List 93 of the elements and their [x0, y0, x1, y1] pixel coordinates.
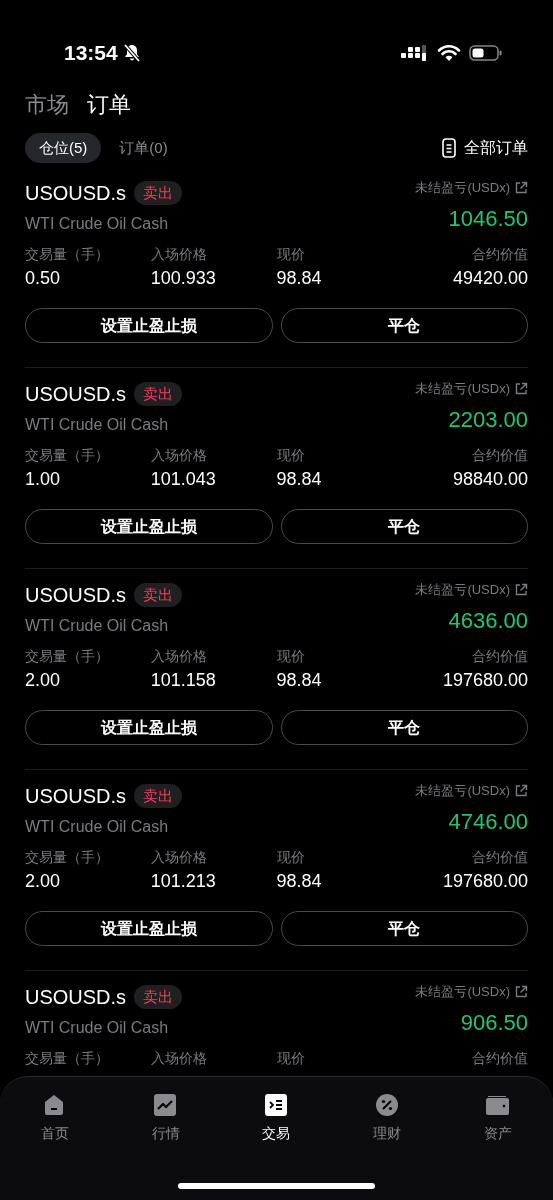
- close-position-button[interactable]: 平仓: [280, 308, 528, 343]
- field-value: 98.84: [276, 870, 323, 893]
- stop-loss-button[interactable]: 设置止盈止损: [25, 911, 273, 946]
- field-label: 现价: [276, 647, 306, 666]
- instrument-name: WTI Crude Oil Cash: [25, 415, 170, 435]
- field-label: 交易量（手）: [25, 446, 110, 465]
- close-position-button[interactable]: 平仓: [280, 509, 528, 544]
- instrument-name: WTI Crude Oil Cash: [25, 817, 170, 837]
- stop-loss-button[interactable]: 设置止盈止损: [25, 710, 273, 745]
- field-label: 交易量（手）: [25, 1049, 110, 1068]
- field-label: 交易量（手）: [25, 647, 110, 666]
- nav-item[interactable]: 资产: [442, 1077, 553, 1200]
- field-label: 入场价格: [150, 446, 208, 465]
- field-label: 合约价值: [472, 245, 528, 264]
- side-tag: 卖出: [134, 984, 183, 1010]
- pnl-value: 1046.50: [448, 204, 528, 233]
- side-tag: 卖出: [134, 180, 183, 206]
- instrument-name: WTI Crude Oil Cash: [25, 1018, 170, 1038]
- pnl-value: 2203.00: [448, 405, 528, 434]
- status-time: 13:54: [64, 40, 118, 67]
- field-value: 0.50: [25, 267, 62, 290]
- field-value: 101.158: [150, 669, 217, 692]
- all-orders-link[interactable]: 全部订单: [464, 136, 528, 160]
- external-link-icon: [514, 984, 528, 999]
- field-value: 98840.00: [452, 468, 528, 491]
- pnl-label: 未结盈亏(USDx): [415, 581, 510, 599]
- symbol-text: USOUSD.s: [25, 583, 127, 608]
- external-link-icon: [514, 381, 528, 396]
- symbol-text: USOUSD.s: [25, 181, 127, 206]
- stop-loss-button[interactable]: 设置止盈止损: [25, 308, 273, 343]
- close-position-button[interactable]: 平仓: [280, 710, 528, 745]
- symbol-text: USOUSD.s: [25, 784, 127, 809]
- pnl-label: 未结盈亏(USDx): [415, 782, 510, 800]
- field-label: 入场价格: [150, 1049, 208, 1068]
- instrument-name: WTI Crude Oil Cash: [25, 214, 170, 234]
- field-value: 98.84: [276, 669, 323, 692]
- instrument-name: WTI Crude Oil Cash: [25, 616, 170, 636]
- field-label: 现价: [276, 446, 306, 465]
- stop-loss-button[interactable]: 设置止盈止损: [25, 509, 273, 544]
- field-label: 合约价值: [472, 647, 528, 666]
- field-label: 交易量（手）: [25, 245, 110, 264]
- field-value: 100.933: [150, 267, 217, 290]
- field-value: 98.84: [276, 267, 323, 290]
- terminal-icon: [264, 1093, 289, 1118]
- pnl-label: 未结盈亏(USDx): [415, 179, 510, 197]
- field-value: 197680.00: [442, 669, 528, 692]
- document-icon: [442, 138, 456, 158]
- pnl-label: 未结盈亏(USDx): [415, 983, 510, 1001]
- pnl-value: 906.50: [460, 1008, 528, 1037]
- wifi-icon: [437, 44, 461, 62]
- nav-item[interactable]: 首页: [0, 1077, 111, 1200]
- nav-item[interactable]: 交易: [221, 1077, 332, 1200]
- top-tab[interactable]: 订单: [87, 87, 131, 121]
- percent-icon: [374, 1093, 400, 1118]
- signal-icon: [401, 44, 429, 62]
- nav-item[interactable]: 理财: [331, 1077, 443, 1200]
- battery-icon: [469, 44, 503, 62]
- field-value: 2.00: [25, 669, 62, 692]
- side-tag: 卖出: [134, 783, 183, 809]
- position-tab[interactable]: 订单(0): [105, 132, 182, 164]
- pnl-label: 未结盈亏(USDx): [415, 380, 510, 398]
- side-tag: 卖出: [134, 582, 183, 608]
- wallet-icon: [485, 1093, 511, 1118]
- symbol-text: USOUSD.s: [25, 985, 127, 1010]
- position-tab[interactable]: 仓位(5): [25, 132, 102, 164]
- field-label: 合约价值: [472, 446, 528, 465]
- nav-item[interactable]: 行情: [110, 1077, 222, 1200]
- field-label: 现价: [276, 1049, 306, 1068]
- field-label: 合约价值: [472, 1049, 528, 1068]
- external-link-icon: [514, 783, 528, 798]
- chart-icon: [153, 1093, 179, 1118]
- symbol-text: USOUSD.s: [25, 382, 127, 407]
- field-value: 101.213: [150, 870, 217, 893]
- field-value: 49420.00: [452, 267, 528, 290]
- field-label: 交易量（手）: [25, 848, 110, 867]
- field-label: 现价: [276, 245, 306, 264]
- field-value: 1.00: [25, 468, 62, 491]
- field-value: 197680.00: [442, 870, 528, 893]
- field-value: 2.00: [25, 870, 62, 893]
- external-link-icon: [514, 582, 528, 597]
- external-link-icon: [514, 180, 528, 195]
- side-tag: 卖出: [134, 381, 183, 407]
- field-label: 现价: [276, 848, 306, 867]
- field-value: 101.043: [150, 468, 217, 491]
- field-label: 入场价格: [150, 848, 208, 867]
- pnl-value: 4636.00: [448, 606, 528, 635]
- pnl-value: 4746.00: [448, 807, 528, 836]
- close-position-button[interactable]: 平仓: [280, 911, 528, 946]
- field-value: 98.84: [276, 468, 323, 491]
- field-label: 入场价格: [150, 647, 208, 666]
- field-label: 合约价值: [472, 848, 528, 867]
- top-tab[interactable]: 市场: [25, 87, 69, 121]
- field-label: 入场价格: [150, 245, 208, 264]
